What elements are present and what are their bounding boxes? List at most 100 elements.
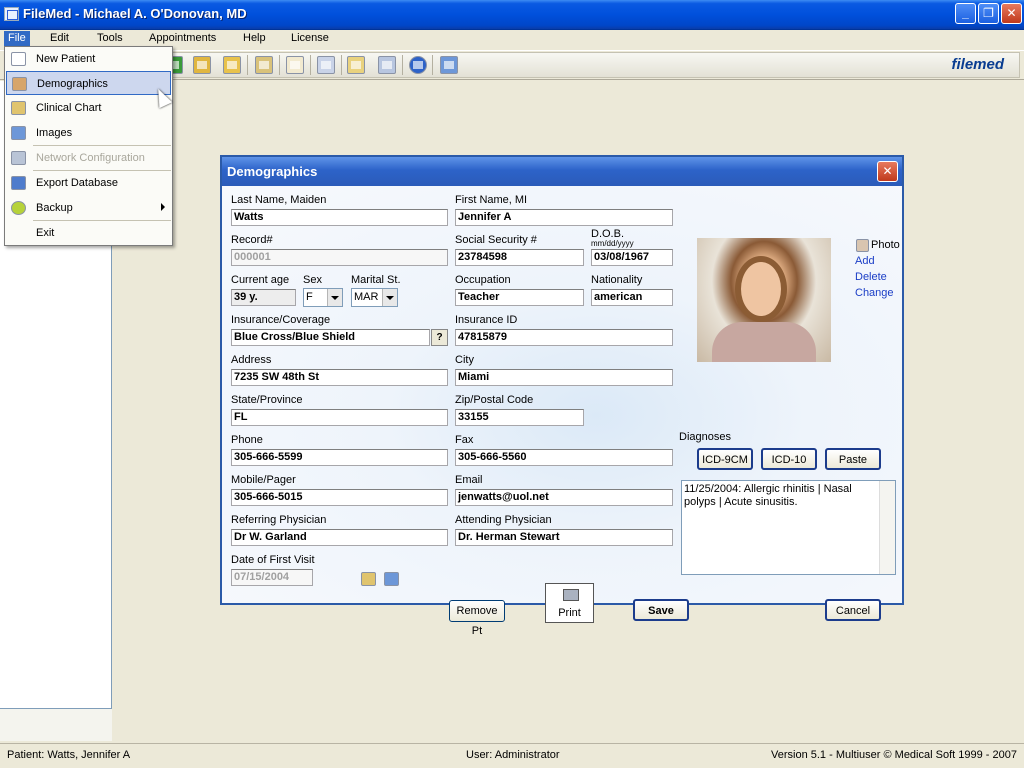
fax-field[interactable]: 305-666-5560: [455, 449, 673, 466]
menu-item-demographics[interactable]: Demographics: [6, 71, 171, 95]
insurance-id-field[interactable]: 47815879: [455, 329, 673, 346]
photo-change-link[interactable]: Change: [855, 287, 894, 299]
folder-open-icon[interactable]: [193, 56, 211, 74]
diagnoses-textarea[interactable]: 11/25/2004: Allergic rhinitis | Nasal po…: [681, 480, 896, 575]
ssn-field[interactable]: 23784598: [455, 249, 584, 266]
minimize-button[interactable]: _: [955, 3, 976, 24]
menu-item-images[interactable]: Images: [6, 121, 171, 145]
referring-field[interactable]: Dr W. Garland: [231, 529, 448, 546]
menu-tools[interactable]: Tools: [93, 31, 127, 46]
print-label: Print: [558, 607, 581, 619]
mobile-label: Mobile/Pager: [231, 474, 296, 486]
print-button[interactable]: Print: [545, 583, 594, 623]
write-icon[interactable]: [378, 56, 396, 74]
cancel-button[interactable]: Cancel: [825, 599, 881, 621]
attending-field[interactable]: Dr. Herman Stewart: [455, 529, 673, 546]
last-name-field[interactable]: Watts: [231, 209, 448, 226]
menu-item-label: Images: [36, 127, 73, 139]
menu-file[interactable]: File: [4, 31, 30, 46]
icd10-button[interactable]: ICD-10: [761, 448, 817, 470]
new-document-icon: [11, 52, 26, 66]
close-window-button[interactable]: ✕: [1001, 3, 1022, 24]
menu-item-clinical-chart[interactable]: Clinical Chart: [6, 96, 171, 120]
printer-icon: [563, 589, 579, 601]
sex-value: F: [306, 291, 313, 303]
menu-item-network-configuration: Network Configuration: [6, 146, 171, 170]
demographics-dialog: Demographics ✕ Last Name, Maiden Watts F…: [220, 155, 904, 637]
menu-appointments[interactable]: Appointments: [145, 31, 220, 46]
photo-add-link[interactable]: Add: [855, 255, 875, 267]
image-icon[interactable]: [384, 572, 399, 586]
record-label: Record#: [231, 234, 273, 246]
age-field: 39 y.: [231, 289, 296, 306]
city-field[interactable]: Miami: [455, 369, 673, 386]
phone-field[interactable]: 305-666-5599: [231, 449, 448, 466]
file-menu-dropdown: New Patient Demographics Clinical Chart …: [4, 46, 173, 246]
image-icon[interactable]: [440, 56, 458, 74]
menu-item-exit[interactable]: Exit: [6, 221, 171, 245]
menu-item-export-database[interactable]: Export Database: [6, 171, 171, 195]
photo-icon: [856, 239, 869, 252]
insurance-help-button[interactable]: ?: [431, 329, 448, 346]
state-field[interactable]: FL: [231, 409, 448, 426]
dob-field[interactable]: 03/08/1967: [591, 249, 673, 266]
toolbar-separator: [310, 55, 311, 75]
submenu-arrow-icon: [161, 203, 165, 211]
sex-select[interactable]: F: [303, 288, 343, 307]
note-icon[interactable]: [347, 56, 365, 74]
state-label: State/Province: [231, 394, 303, 406]
chevron-down-icon[interactable]: [382, 289, 397, 306]
insurance-field[interactable]: Blue Cross/Blue Shield: [231, 329, 430, 346]
remove-patient-button[interactable]: Remove Pt: [449, 600, 505, 637]
insurance-id-label: Insurance ID: [455, 314, 518, 326]
folder-icon[interactable]: [223, 56, 241, 74]
dialog-close-button[interactable]: ✕: [877, 161, 898, 182]
search-icon[interactable]: [317, 56, 335, 74]
dialog-title: Demographics: [222, 157, 902, 186]
edit-icon[interactable]: [255, 56, 273, 74]
email-label: Email: [455, 474, 483, 486]
menu-item-label: Clinical Chart: [36, 102, 102, 114]
document-icon[interactable]: [286, 56, 304, 74]
sidebar-footer: [0, 708, 112, 741]
menu-edit[interactable]: Edit: [46, 31, 73, 46]
first-name-field[interactable]: Jennifer A: [455, 209, 673, 226]
referring-label: Referring Physician: [231, 514, 327, 526]
attending-label: Attending Physician: [455, 514, 552, 526]
zip-field[interactable]: 33155: [455, 409, 584, 426]
toolbar-separator: [279, 55, 280, 75]
address-label: Address: [231, 354, 272, 366]
network-icon: [11, 151, 26, 165]
menu-item-new-patient[interactable]: New Patient: [6, 47, 171, 71]
occupation-field[interactable]: Teacher: [455, 289, 584, 306]
menu-item-backup[interactable]: Backup: [6, 196, 171, 220]
toolbar-separator: [247, 55, 248, 75]
zip-label: Zip/Postal Code: [455, 394, 534, 406]
save-button[interactable]: Save: [633, 599, 689, 621]
help-icon[interactable]: [409, 56, 427, 74]
email-field[interactable]: jenwatts@uol.net: [455, 489, 673, 506]
window-title: FileMed - Michael A. O'Donovan, MD: [23, 6, 247, 21]
chevron-down-icon[interactable]: [327, 289, 342, 306]
open-chart-icon[interactable]: [361, 572, 376, 586]
menu-license[interactable]: License: [287, 31, 333, 46]
occupation-label: Occupation: [455, 274, 511, 286]
app-icon[interactable]: [4, 7, 19, 21]
marital-select[interactable]: MAR: [351, 288, 398, 307]
insurance-label: Insurance/Coverage: [231, 314, 331, 326]
nationality-field[interactable]: american: [591, 289, 673, 306]
paste-button[interactable]: Paste: [825, 448, 881, 470]
marital-value: MAR: [354, 291, 379, 303]
last-name-label: Last Name, Maiden: [231, 194, 327, 206]
icd9-button[interactable]: ICD-9CM: [697, 448, 753, 470]
photo-label: Photo: [871, 239, 900, 251]
menu-bar: File Edit Tools Appointments Help Licens…: [0, 30, 1024, 47]
address-field[interactable]: 7235 SW 48th St: [231, 369, 448, 386]
photo-delete-link[interactable]: Delete: [855, 271, 887, 283]
status-patient: Patient: Watts, Jennifer A: [7, 749, 131, 761]
menu-help[interactable]: Help: [239, 31, 270, 46]
diagnoses-scrollbar[interactable]: [879, 481, 895, 574]
restore-button[interactable]: ❐: [978, 3, 999, 24]
mobile-field[interactable]: 305-666-5015: [231, 489, 448, 506]
first-visit-label: Date of First Visit: [231, 554, 315, 566]
